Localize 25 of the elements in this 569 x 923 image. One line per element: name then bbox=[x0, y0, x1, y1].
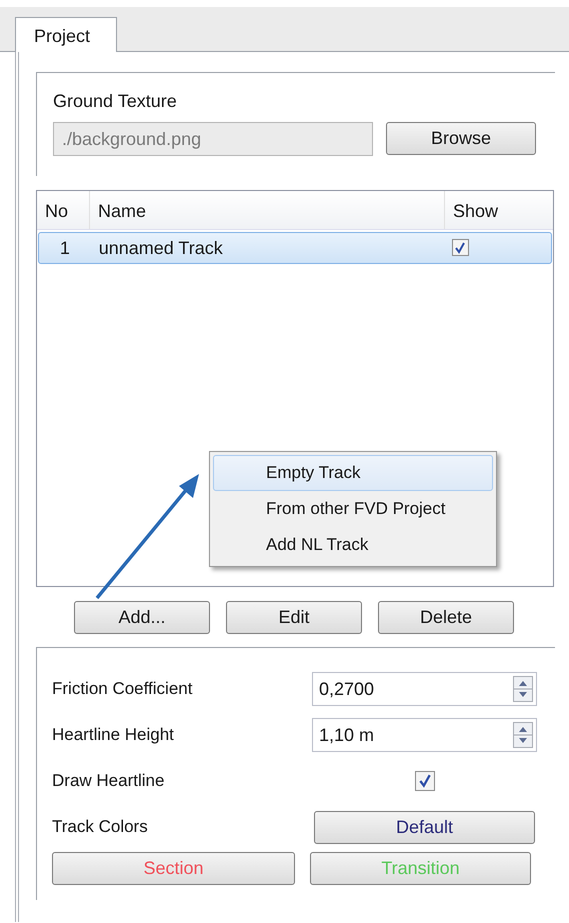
column-header[interactable]: Show bbox=[444, 191, 552, 229]
spin-arrows-icon[interactable] bbox=[513, 676, 533, 702]
track-button[interactable]: Edit bbox=[226, 601, 362, 634]
column-header[interactable]: No bbox=[37, 191, 89, 229]
table-cell-text: unnamed Track bbox=[98, 238, 224, 258]
menu-item[interactable]: Add NL Track bbox=[213, 527, 493, 563]
setting-label: Heartline Height bbox=[52, 725, 175, 745]
track-button[interactable]: Add... bbox=[74, 601, 210, 634]
track-button[interactable]: Delete bbox=[378, 601, 514, 634]
default-colors-button[interactable]: Default bbox=[314, 810, 535, 844]
tab[interactable]: Project bbox=[15, 17, 117, 52]
setting-label: Friction Coefficient bbox=[52, 679, 194, 699]
setting-label: Track Colors bbox=[52, 817, 149, 837]
setting-label: Draw Heartline bbox=[52, 771, 166, 791]
spin-box[interactable]: 1,10 m bbox=[312, 718, 537, 752]
menu-item[interactable]: From other FVD Project bbox=[213, 491, 493, 527]
checkbox[interactable] bbox=[415, 771, 435, 791]
table-cell-text: 1 bbox=[58, 238, 71, 258]
spin-box[interactable]: 0,2700 bbox=[312, 672, 537, 706]
spin-arrows-icon[interactable] bbox=[513, 722, 533, 748]
menu-item[interactable]: Empty Track bbox=[213, 455, 493, 491]
table-row[interactable]: 1 unnamed Track bbox=[38, 232, 552, 264]
column-header[interactable]: Name bbox=[89, 191, 444, 229]
checkbox[interactable] bbox=[452, 239, 469, 256]
field-label: Ground Texture bbox=[53, 91, 178, 112]
